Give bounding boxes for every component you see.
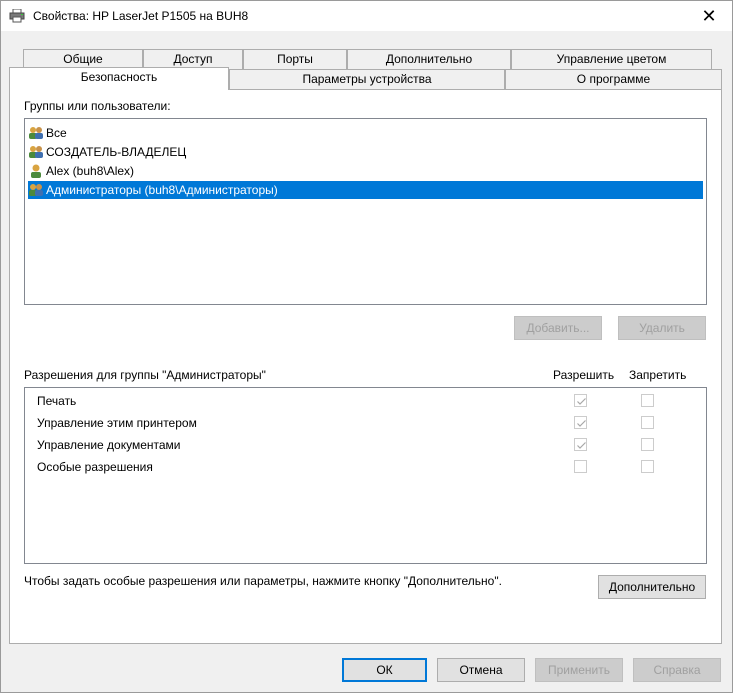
tab-advanced[interactable]: Дополнительно: [347, 49, 511, 69]
check-icon: [577, 398, 586, 405]
advanced-button[interactable]: Дополнительно: [598, 575, 706, 599]
deny-checkbox-print[interactable]: [641, 394, 654, 407]
properties-dialog: Свойства: HP LaserJet P1505 на BUH8 ✕ Об…: [0, 0, 733, 693]
add-button[interactable]: Добавить...: [514, 316, 602, 340]
check-icon: [577, 420, 586, 427]
tab-color-management[interactable]: Управление цветом: [511, 49, 712, 69]
list-item-alex[interactable]: Alex (buh8\Alex): [28, 162, 134, 180]
list-item-administrators[interactable]: Администраторы (buh8\Администраторы): [28, 181, 703, 199]
deny-checkbox-manage-printer[interactable]: [641, 416, 654, 429]
groups-listbox[interactable]: Все СОЗДАТЕЛЬ-ВЛАДЕЛЕЦ Alex (buh8\Alex) …: [24, 118, 707, 305]
close-button[interactable]: ✕: [686, 1, 732, 31]
tab-security[interactable]: Безопасность: [9, 67, 229, 90]
allow-checkbox-special[interactable]: [574, 460, 587, 473]
remove-button[interactable]: Удалить: [618, 316, 706, 340]
printer-icon: [9, 8, 25, 23]
ok-button[interactable]: ОК: [342, 658, 427, 682]
deny-header: Запретить: [629, 368, 687, 382]
security-panel: Группы или пользователи: Все СОЗДАТЕЛЬ-В…: [9, 89, 722, 644]
check-icon: [577, 442, 586, 449]
groups-label: Группы или пользователи:: [24, 99, 171, 113]
tab-device-settings[interactable]: Параметры устройства: [229, 69, 505, 89]
group-icon: [28, 125, 44, 141]
deny-checkbox-special[interactable]: [641, 460, 654, 473]
permissions-label: Разрешения для группы "Администраторы": [24, 368, 266, 382]
permissions-list: Печать Управление этим принтером Управле…: [24, 387, 707, 564]
permission-row-print: Печать: [37, 394, 77, 408]
allow-checkbox-print[interactable]: [574, 394, 587, 407]
advanced-hint: Чтобы задать особые разрешения или парам…: [24, 574, 502, 588]
title-bar: Свойства: HP LaserJet P1505 на BUH8 ✕: [1, 1, 732, 31]
tab-ports[interactable]: Порты: [243, 49, 347, 69]
tab-general[interactable]: Общие: [23, 49, 143, 69]
help-button[interactable]: Справка: [633, 658, 721, 682]
permission-row-manage-printer: Управление этим принтером: [37, 416, 197, 430]
list-item-everyone[interactable]: Все: [28, 124, 67, 142]
cancel-button[interactable]: Отмена: [437, 658, 525, 682]
user-icon: [28, 163, 44, 179]
close-icon: ✕: [701, 5, 717, 26]
apply-button[interactable]: Применить: [535, 658, 623, 682]
deny-checkbox-manage-documents[interactable]: [641, 438, 654, 451]
tab-sharing[interactable]: Доступ: [143, 49, 243, 69]
allow-header: Разрешить: [553, 368, 615, 382]
permission-row-manage-documents: Управление документами: [37, 438, 181, 452]
permission-row-special: Особые разрешения: [37, 460, 153, 474]
group-icon: [28, 182, 44, 198]
tab-about[interactable]: О программе: [505, 69, 722, 89]
window-title: Свойства: HP LaserJet P1505 на BUH8: [33, 9, 249, 23]
group-icon: [28, 144, 44, 160]
allow-checkbox-manage-documents[interactable]: [574, 438, 587, 451]
allow-checkbox-manage-printer[interactable]: [574, 416, 587, 429]
list-item-creator-owner[interactable]: СОЗДАТЕЛЬ-ВЛАДЕЛЕЦ: [28, 143, 186, 161]
